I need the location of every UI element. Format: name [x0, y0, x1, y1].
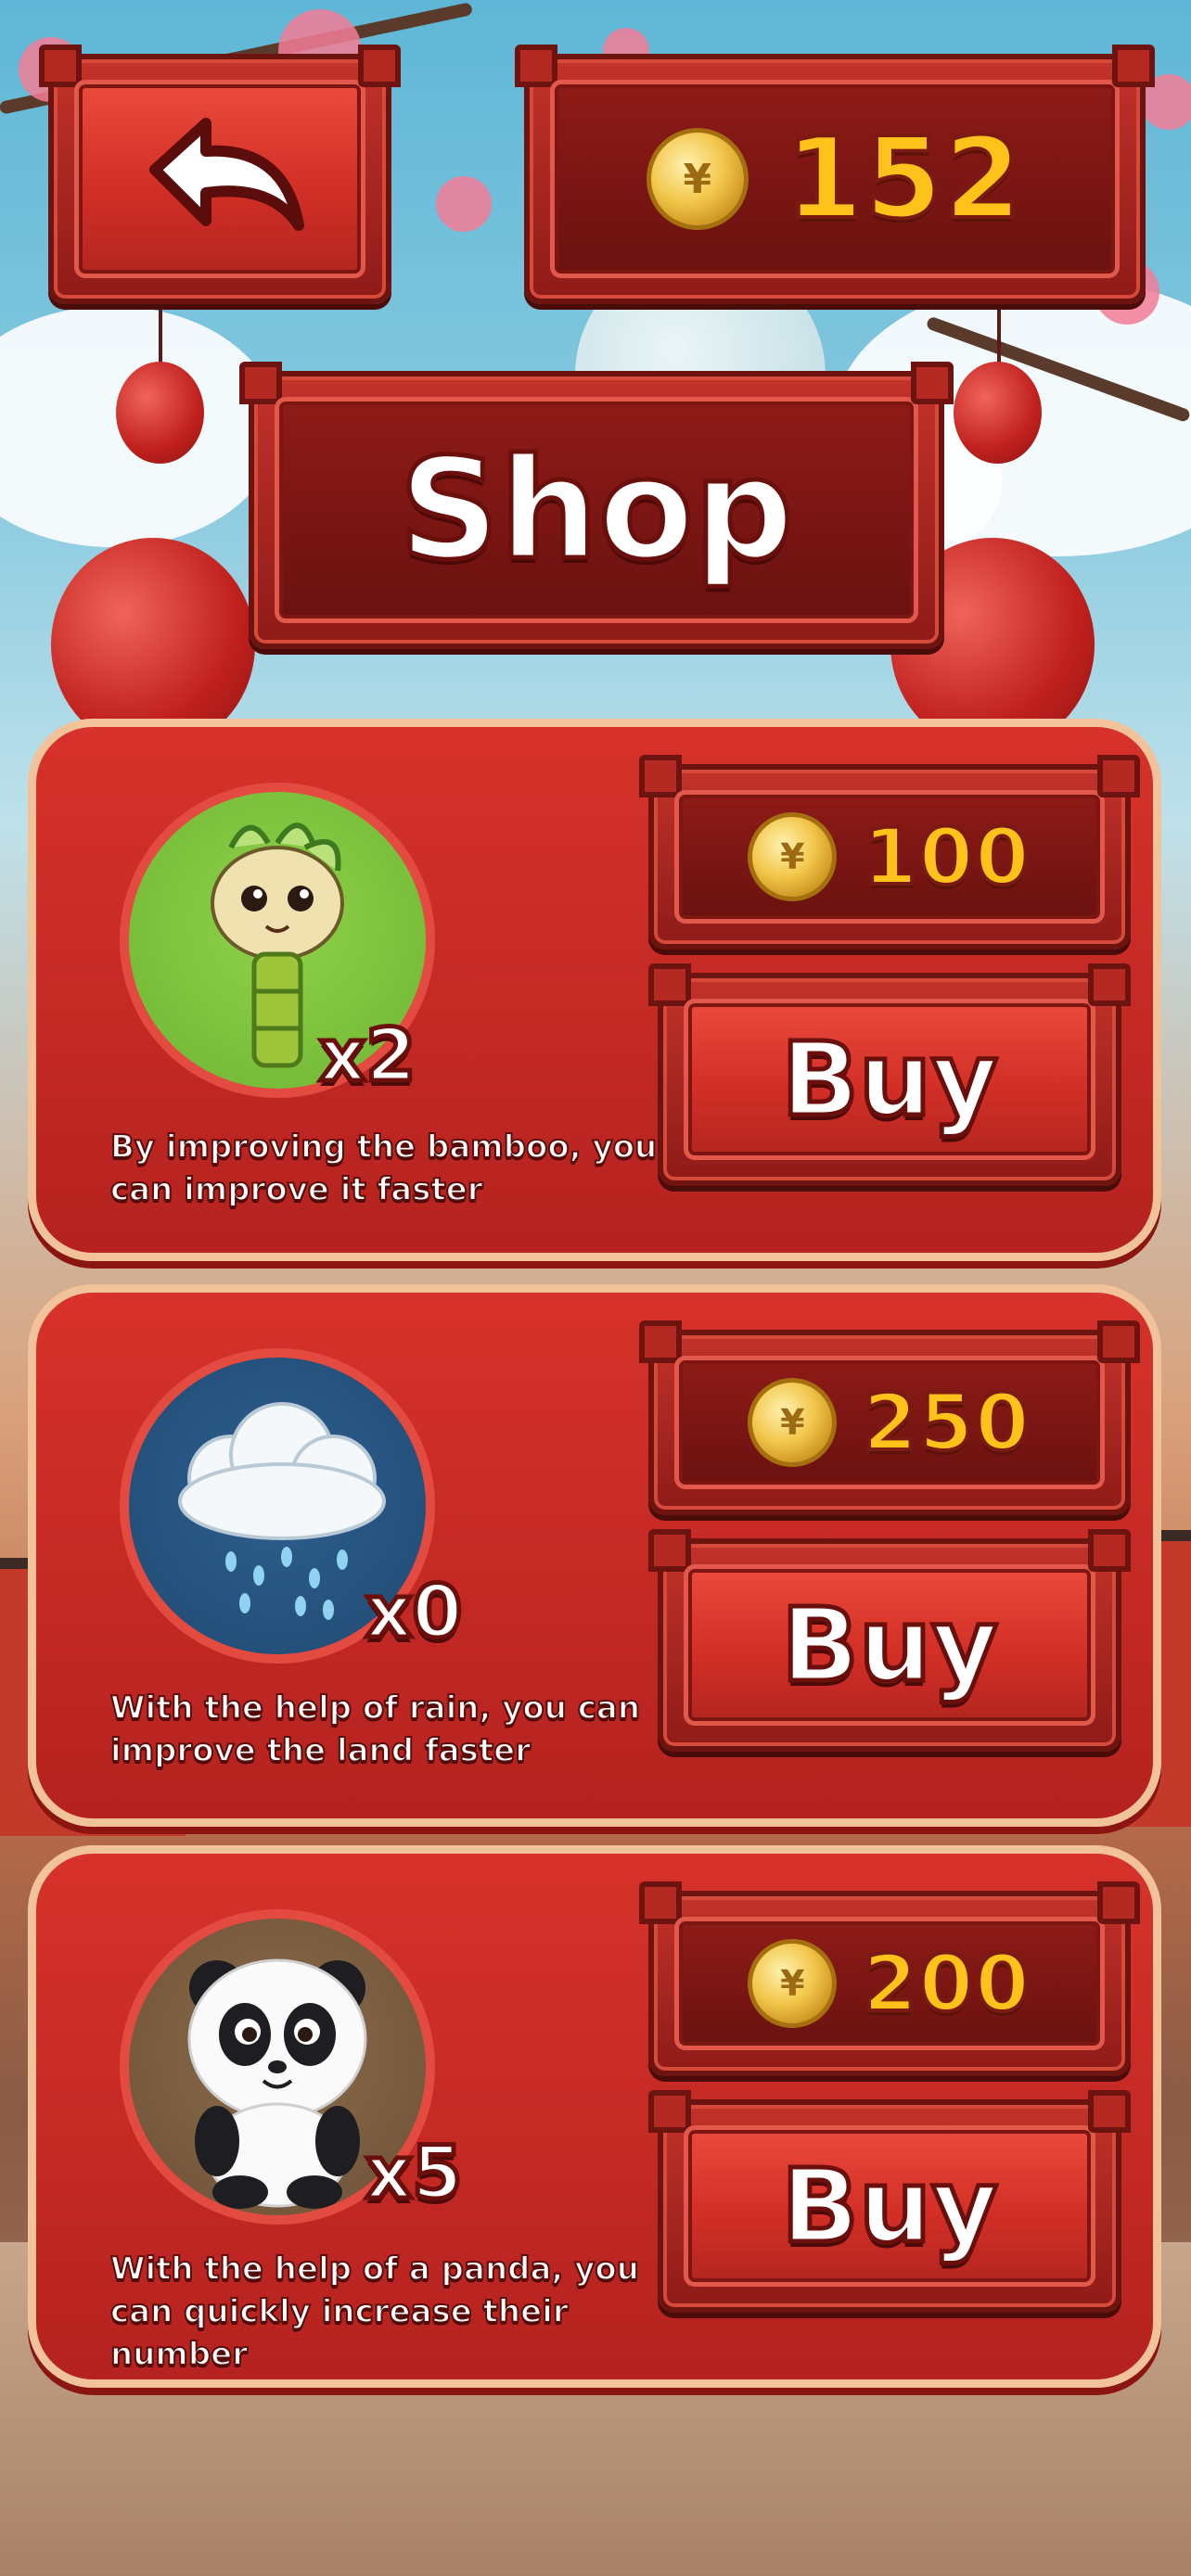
item-price: 250	[861, 1375, 1031, 1470]
shop-item-card-rain: x0 With the help of rain, you can improv…	[28, 1284, 1161, 1827]
buy-button[interactable]: Buy	[648, 1529, 1131, 1752]
buy-button-face[interactable]: Buy	[684, 2125, 1095, 2287]
buy-button-face[interactable]: Buy	[684, 1564, 1095, 1726]
gold-coin-icon: ¥	[748, 1378, 838, 1467]
gold-coin-icon: ¥	[646, 128, 749, 230]
buy-button-face[interactable]: Buy	[684, 999, 1095, 1160]
price-panel: ¥ 250	[639, 1320, 1140, 1515]
buy-button-label: Buy	[779, 2145, 1001, 2268]
buy-button-label: Buy	[779, 1018, 1001, 1141]
gold-coin-icon: ¥	[748, 1939, 838, 2028]
item-description: With the help of rain, you can improve t…	[109, 1689, 641, 1770]
buy-button-label: Buy	[779, 1584, 1001, 1707]
shop-title-inner: Shop	[275, 397, 918, 623]
coin-balance-inner: ¥ 152	[550, 80, 1120, 278]
coin-balance-value: 152	[784, 113, 1024, 246]
item-description: By improving the bamboo, you can improve…	[109, 1128, 658, 1209]
buy-button[interactable]: Buy	[648, 963, 1131, 1186]
back-button[interactable]	[39, 45, 401, 304]
price-panel: ¥ 200	[639, 1881, 1140, 2076]
back-button-face[interactable]	[74, 80, 365, 278]
buy-button[interactable]: Buy	[648, 2090, 1131, 2313]
price-inner: ¥ 200	[674, 1917, 1105, 2050]
item-description: With the help of a panda, you can quickl…	[109, 2250, 640, 2374]
item-count: x5	[364, 2130, 466, 2218]
item-count: x0	[364, 1569, 466, 1657]
item-price: 200	[861, 1936, 1031, 2031]
shop-item-card-bamboo: x2 By improving the bamboo, you can impr…	[28, 719, 1161, 1261]
shop-title-panel: Shop	[239, 362, 954, 649]
gold-coin-icon: ¥	[748, 812, 838, 901]
item-count: x2	[317, 1013, 419, 1101]
price-inner: ¥ 100	[674, 790, 1105, 924]
price-panel: ¥ 100	[639, 755, 1140, 950]
item-price: 100	[861, 810, 1031, 904]
shop-item-card-panda: x5 With the help of a panda, you can qui…	[28, 1845, 1161, 2388]
page-title: Shop	[397, 427, 796, 593]
coin-balance-panel: ¥ 152	[515, 45, 1155, 304]
back-arrow-icon	[149, 118, 304, 231]
price-inner: ¥ 250	[674, 1356, 1105, 1489]
